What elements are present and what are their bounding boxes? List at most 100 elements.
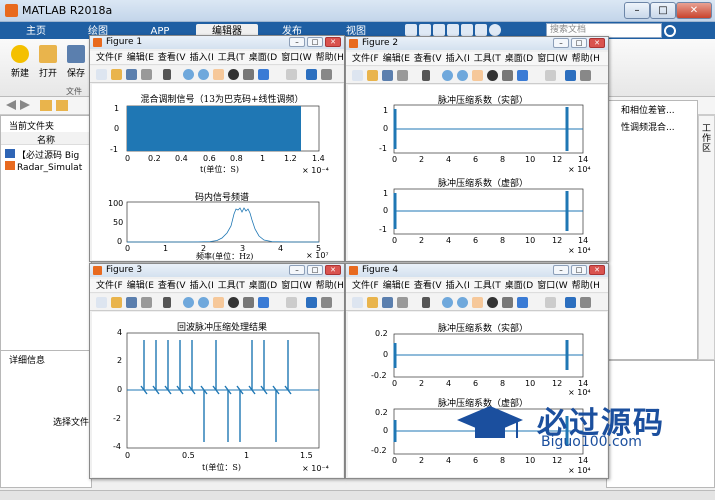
editor-tab-1[interactable]: 和相位差管...: [621, 103, 675, 116]
menu-help[interactable]: 帮助(H: [316, 279, 344, 292]
data-cursor-icon[interactable]: [243, 297, 254, 308]
maximize-button[interactable]: □: [307, 265, 323, 275]
minimize-button[interactable]: –: [553, 265, 569, 275]
brush-icon[interactable]: [258, 69, 269, 80]
menu-view[interactable]: 查看(V: [158, 279, 186, 292]
menu-insert[interactable]: 插入(I: [190, 51, 214, 64]
menu-file[interactable]: 文件(F: [96, 51, 123, 64]
menu-view[interactable]: 查看(V: [158, 51, 186, 64]
pan-hand-icon[interactable]: [213, 69, 224, 80]
minimize-button[interactable]: –: [289, 265, 305, 275]
tab-home[interactable]: 主页: [10, 24, 62, 39]
pointer-icon[interactable]: [163, 297, 171, 308]
pan-hand-icon[interactable]: [213, 297, 224, 308]
print-icon[interactable]: [397, 70, 408, 81]
forward-arrow-icon[interactable]: [20, 100, 30, 110]
menu-help[interactable]: 帮助(H: [316, 51, 344, 64]
open-icon[interactable]: [367, 297, 378, 308]
name-column[interactable]: 名称: [37, 133, 55, 146]
colorbar-icon[interactable]: [306, 297, 317, 308]
data-cursor-icon[interactable]: [243, 69, 254, 80]
folder-up-icon[interactable]: [56, 100, 68, 111]
minimize-button[interactable]: –: [624, 2, 650, 19]
close-button[interactable]: ✕: [589, 265, 605, 275]
zoom-out-icon[interactable]: [198, 69, 209, 80]
menu-tools[interactable]: 工具(T: [474, 279, 501, 292]
colorbar-icon[interactable]: [565, 70, 576, 81]
new-button[interactable]: 新建: [6, 45, 34, 79]
back-arrow-icon[interactable]: [6, 100, 16, 110]
menu-window[interactable]: 窗口(W: [281, 279, 311, 292]
menu-tools[interactable]: 工具(T: [474, 52, 501, 65]
maximize-button[interactable]: □: [307, 37, 323, 47]
pointer-icon[interactable]: [163, 69, 171, 80]
link-plot-icon[interactable]: [545, 297, 556, 308]
redo-icon[interactable]: [475, 24, 487, 36]
link-plot-icon[interactable]: [286, 297, 297, 308]
menu-window[interactable]: 窗口(W: [281, 51, 311, 64]
new-figure-icon[interactable]: [96, 69, 107, 80]
colorbar-icon[interactable]: [306, 69, 317, 80]
cut-icon[interactable]: [419, 24, 431, 36]
save-icon[interactable]: [382, 297, 393, 308]
menu-file[interactable]: 文件(F: [352, 52, 379, 65]
rotate-icon[interactable]: [228, 69, 239, 80]
open-icon[interactable]: [111, 69, 122, 80]
workspace-side-tab[interactable]: 工作区: [698, 115, 715, 360]
list-item[interactable]: 【必过源码 Big: [5, 148, 93, 160]
menu-edit[interactable]: 编辑(E: [383, 279, 410, 292]
new-figure-icon[interactable]: [96, 297, 107, 308]
link-plot-icon[interactable]: [545, 70, 556, 81]
menu-desktop[interactable]: 桌面(D: [505, 52, 533, 65]
brush-icon[interactable]: [517, 297, 528, 308]
brush-icon[interactable]: [258, 297, 269, 308]
save-icon[interactable]: [126, 69, 137, 80]
print-icon[interactable]: [141, 297, 152, 308]
menu-insert[interactable]: 插入(I: [446, 52, 470, 65]
zoom-out-icon[interactable]: [457, 70, 468, 81]
zoom-in-icon[interactable]: [183, 69, 194, 80]
paste-icon[interactable]: [447, 24, 459, 36]
data-cursor-icon[interactable]: [502, 297, 513, 308]
menu-insert[interactable]: 插入(I: [446, 279, 470, 292]
new-figure-icon[interactable]: [352, 297, 363, 308]
close-button[interactable]: ✕: [676, 2, 712, 19]
pan-hand-icon[interactable]: [472, 70, 483, 81]
list-item[interactable]: Radar_Simulat: [5, 161, 93, 173]
menu-view[interactable]: 查看(V: [414, 279, 442, 292]
new-figure-icon[interactable]: [352, 70, 363, 81]
rotate-icon[interactable]: [487, 70, 498, 81]
close-button[interactable]: ✕: [325, 37, 341, 47]
save-button[interactable]: 保存: [62, 45, 90, 79]
rotate-icon[interactable]: [228, 297, 239, 308]
menu-desktop[interactable]: 桌面(D: [249, 279, 277, 292]
zoom-in-icon[interactable]: [183, 297, 194, 308]
data-cursor-icon[interactable]: [502, 70, 513, 81]
menu-file[interactable]: 文件(F: [352, 279, 379, 292]
link-plot-icon[interactable]: [286, 69, 297, 80]
menu-edit[interactable]: 编辑(E: [383, 52, 410, 65]
menu-help[interactable]: 帮助(H: [572, 52, 600, 65]
menu-edit[interactable]: 编辑(E: [127, 279, 154, 292]
quick-save-icon[interactable]: [405, 24, 417, 36]
zoom-in-icon[interactable]: [442, 70, 453, 81]
undo-icon[interactable]: [461, 24, 473, 36]
help-icon[interactable]: [489, 24, 501, 36]
legend-icon[interactable]: [580, 70, 591, 81]
print-icon[interactable]: [397, 297, 408, 308]
menu-tools[interactable]: 工具(T: [218, 279, 245, 292]
open-button[interactable]: 打开: [34, 45, 62, 79]
legend-icon[interactable]: [321, 69, 332, 80]
open-icon[interactable]: [111, 297, 122, 308]
menu-edit[interactable]: 编辑(E: [127, 51, 154, 64]
menu-insert[interactable]: 插入(I: [190, 279, 214, 292]
pointer-icon[interactable]: [422, 70, 430, 81]
brush-icon[interactable]: [517, 70, 528, 81]
minimize-button[interactable]: –: [289, 37, 305, 47]
maximize-button[interactable]: □: [571, 38, 587, 48]
close-button[interactable]: ✕: [589, 38, 605, 48]
menu-file[interactable]: 文件(F: [96, 279, 123, 292]
copy-icon[interactable]: [433, 24, 445, 36]
print-icon[interactable]: [141, 69, 152, 80]
maximize-button[interactable]: □: [571, 265, 587, 275]
